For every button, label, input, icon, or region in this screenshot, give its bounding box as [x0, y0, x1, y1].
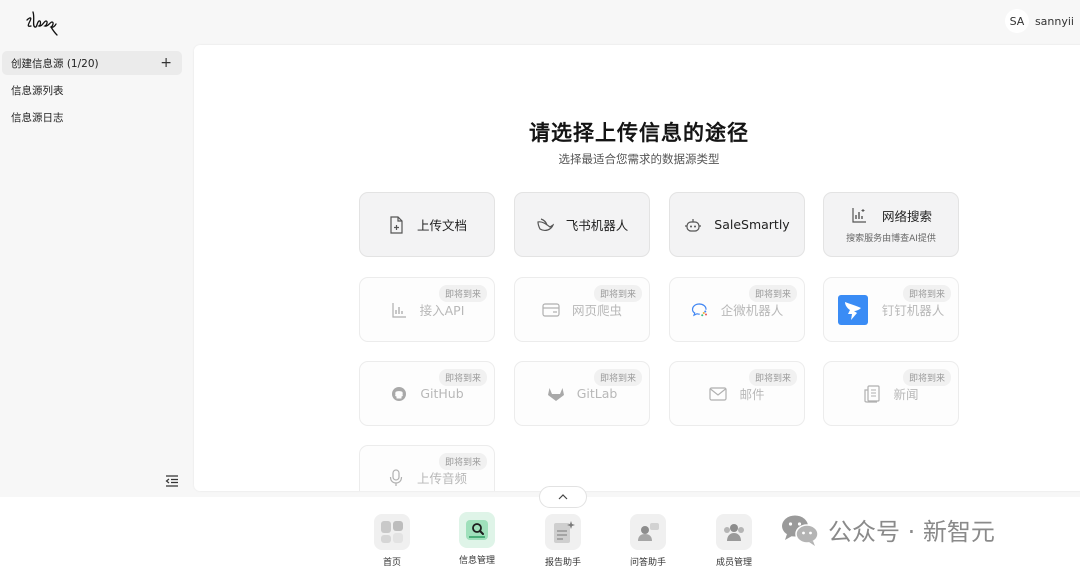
- main-panel: 请选择上传信息的途径 选择最适合您需求的数据源类型 上传文档 飞书机器人 Sal…: [194, 45, 1080, 491]
- source-card-github: 即将到来 GitHub: [359, 361, 495, 426]
- expand-dock-button[interactable]: [539, 486, 587, 508]
- dock-label: 问答助手: [629, 558, 666, 568]
- card-description: 搜索服务由博查AI提供: [846, 233, 936, 244]
- source-card-wecom: 即将到来 企微机器人: [669, 277, 805, 342]
- sidebar-item-create-source[interactable]: 创建信息源 (1/20) +: [2, 51, 182, 75]
- sidebar-item-label: 信息源列表: [11, 84, 64, 97]
- user-menu[interactable]: SA sannyii: [1004, 9, 1074, 33]
- source-card-feishu[interactable]: 飞书机器人: [514, 192, 650, 257]
- source-card-upload-doc[interactable]: 上传文档: [359, 192, 495, 257]
- bot-icon: [684, 216, 702, 234]
- card-label: 网络搜索: [881, 208, 932, 224]
- coming-soon-badge: 即将到来: [593, 285, 642, 302]
- collapse-sidebar-icon[interactable]: [165, 474, 179, 488]
- dock-label: 信息管理: [458, 556, 495, 566]
- card-label: 钉钉机器人: [881, 303, 945, 318]
- members-icon: [716, 514, 752, 550]
- wechat-icon: [782, 515, 819, 546]
- plus-icon[interactable]: +: [160, 55, 172, 71]
- dock-item-member-management[interactable]: 成员管理: [704, 514, 764, 568]
- coming-soon-badge: 即将到来: [438, 453, 487, 470]
- page-subtitle: 选择最适合您需求的数据源类型: [558, 152, 720, 166]
- file-plus-icon: [387, 215, 405, 234]
- report-icon: [545, 514, 581, 550]
- card-label: 网页爬虫: [571, 303, 622, 318]
- sidebar-item-source-log[interactable]: 信息源日志: [2, 105, 182, 129]
- source-card-gitlab: 即将到来 GitLab: [514, 361, 650, 426]
- info-search-icon: [459, 512, 495, 548]
- dock-item-report-assistant[interactable]: 报告助手: [533, 514, 593, 568]
- coming-soon-badge: 即将到来: [748, 369, 797, 386]
- browser-icon: [542, 301, 560, 319]
- dock-item-qa-assistant[interactable]: 问答助手: [618, 514, 678, 568]
- chart-search-icon: [850, 206, 868, 224]
- github-icon: [390, 385, 408, 403]
- coming-soon-badge: 即将到来: [902, 369, 951, 386]
- card-label: 企微机器人: [720, 303, 784, 318]
- home-grid-icon: [374, 514, 410, 550]
- page-title: 请选择上传信息的途径: [529, 121, 749, 145]
- dock-label: 报告助手: [544, 558, 581, 568]
- news-icon: [863, 384, 881, 403]
- wecom-icon: [691, 301, 709, 319]
- coming-soon-badge: 即将到来: [902, 285, 951, 302]
- source-card-upload-audio: 即将到来 上传音频: [359, 445, 495, 491]
- coming-soon-badge: 即将到来: [438, 285, 487, 302]
- dock-item-home[interactable]: 首页: [362, 514, 422, 568]
- coming-soon-badge: 即将到来: [748, 285, 797, 302]
- source-card-news: 即将到来 新闻: [823, 361, 959, 426]
- sidebar-item-source-list[interactable]: 信息源列表: [2, 78, 182, 102]
- gitlab-icon: [547, 385, 565, 403]
- sidebar-item-label: 创建信息源 (1/20): [11, 57, 99, 70]
- source-card-web-crawler: 即将到来 网页爬虫: [514, 277, 650, 342]
- dock-label: 成员管理: [715, 558, 752, 568]
- dock-item-info-management[interactable]: 信息管理: [447, 512, 507, 566]
- microphone-icon: [387, 468, 405, 487]
- source-card-salesmartly[interactable]: SaleSmartly: [669, 192, 805, 257]
- top-bar: SA sannyii: [0, 0, 1080, 44]
- watermark-text: 公众号 · 新智元: [828, 518, 995, 546]
- watermark: 公众号 · 新智元: [780, 512, 995, 547]
- source-card-email: 即将到来 邮件: [669, 361, 805, 426]
- api-icon: [390, 301, 408, 319]
- card-label: 邮件: [739, 387, 765, 402]
- card-row: 网络搜索: [850, 206, 932, 225]
- source-card-dingtalk: 即将到来 钉钉机器人: [823, 277, 959, 342]
- mail-icon: [709, 385, 728, 403]
- card-label: 上传文档: [416, 218, 467, 233]
- avatar[interactable]: SA: [1004, 9, 1029, 33]
- source-card-web-search[interactable]: 网络搜索 搜索服务由博查AI提供: [823, 192, 959, 257]
- card-label: SaleSmartly: [714, 217, 790, 232]
- sidebar-item-label: 信息源日志: [11, 111, 64, 124]
- coming-soon-badge: 即将到来: [593, 369, 642, 386]
- card-label: GitLab: [576, 386, 618, 401]
- dingtalk-icon: [837, 294, 868, 325]
- coming-soon-badge: 即将到来: [438, 369, 487, 386]
- app-logo[interactable]: [24, 8, 60, 36]
- dock-label: 首页: [382, 558, 401, 568]
- username[interactable]: sannyii: [1035, 15, 1074, 28]
- chevron-up-icon: [558, 494, 568, 500]
- feishu-icon: [536, 216, 554, 234]
- sidebar: 创建信息源 (1/20) + 信息源列表 信息源日志: [0, 44, 188, 492]
- card-label: 新闻: [893, 387, 919, 402]
- card-label: 飞书机器人: [565, 218, 629, 233]
- source-card-api: 即将到来 接入API: [359, 277, 495, 342]
- card-label: 接入API: [419, 303, 465, 318]
- qa-icon: [630, 514, 666, 550]
- card-label: GitHub: [420, 386, 464, 401]
- card-label: 上传音频: [416, 471, 467, 486]
